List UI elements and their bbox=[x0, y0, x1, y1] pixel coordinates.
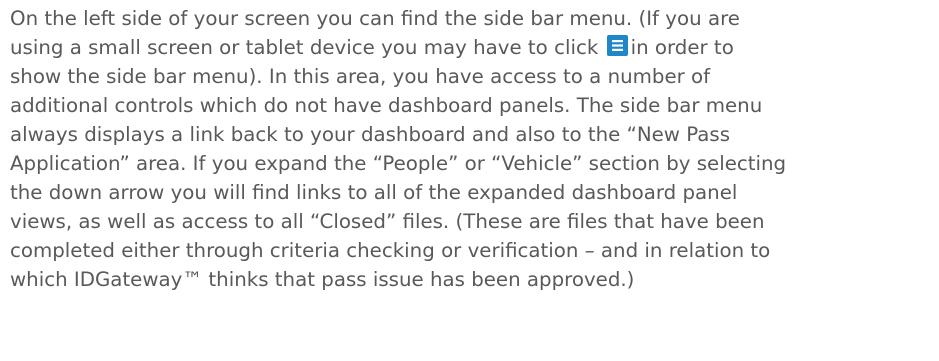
text-line-7: the down arrow you will find links to al… bbox=[10, 181, 738, 204]
text-line-10: which IDGateway™ thinks that pass issue … bbox=[10, 268, 635, 291]
text-line-4: additional controls which do not have da… bbox=[10, 94, 763, 117]
text-line-8: views, as well as access to all “Closed”… bbox=[10, 210, 765, 233]
side-bar-menu-paragraph: On the left side of your screen you can … bbox=[10, 4, 921, 294]
text-line-2: using a small screen or tablet device yo… bbox=[10, 33, 921, 62]
text-segment-after-icon: in order to bbox=[630, 36, 734, 59]
text-segment-before-icon: using a small screen or tablet device yo… bbox=[10, 36, 599, 59]
text-line-9: completed either through criteria checki… bbox=[10, 239, 771, 262]
text-line-6: Application” area. If you expand the “Pe… bbox=[10, 152, 787, 175]
text-line-1: On the left side of your screen you can … bbox=[10, 7, 740, 30]
document-body: On the left side of your screen you can … bbox=[0, 0, 939, 361]
text-line-5: always displays a link back to your dash… bbox=[10, 123, 731, 146]
hamburger-menu-icon bbox=[606, 35, 628, 56]
text-line-3: show the side bar menu). In this area, y… bbox=[10, 65, 711, 88]
